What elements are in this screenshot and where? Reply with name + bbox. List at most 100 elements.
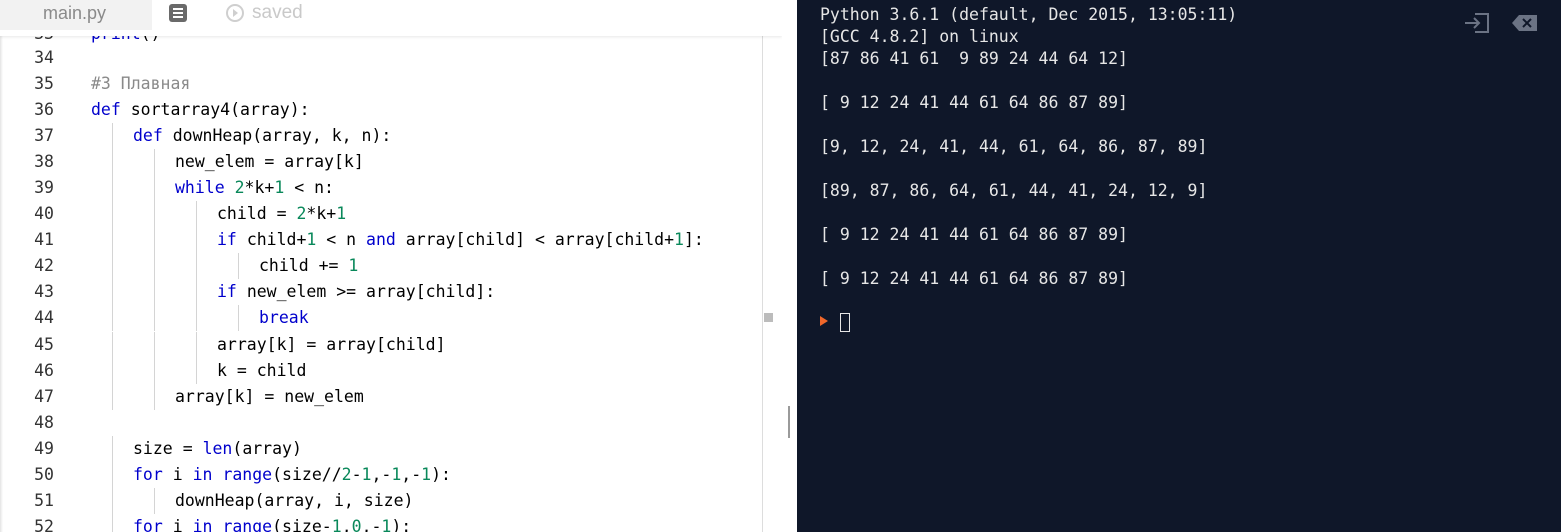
line-number: 47 <box>34 387 54 406</box>
console-output-line: [87 86 41 61 9 89 24 44 64 12] <box>820 49 1128 68</box>
line-code: child = 2*k+1 <box>217 204 347 223</box>
line-number: 35 <box>34 74 54 93</box>
indent-guide <box>196 358 197 384</box>
code-line[interactable]: 45 array[k] = array[child] <box>0 332 760 358</box>
line-code: while 2*k+1 < n: <box>175 178 334 197</box>
code-line[interactable]: 37 def downHeap(array, k, n): <box>0 123 760 149</box>
line-code: def downHeap(array, k, n): <box>133 126 392 145</box>
line-number: 39 <box>34 178 54 197</box>
line-number: 41 <box>34 230 54 249</box>
console-input-cursor[interactable] <box>840 313 850 332</box>
line-number: 44 <box>34 308 54 327</box>
editor-tab-bar: main.py saved <box>0 0 782 36</box>
code-line[interactable]: 47 array[k] = new_elem <box>0 384 760 410</box>
indent-guide <box>112 332 113 358</box>
line-number: 34 <box>34 48 54 67</box>
code-line[interactable]: 48 <box>0 410 760 436</box>
code-line[interactable]: 34 <box>0 45 760 71</box>
file-tab-main-py[interactable]: main.py <box>0 0 152 30</box>
prompt-arrow-icon <box>820 316 828 326</box>
line-number: 36 <box>34 100 54 119</box>
code-line[interactable]: 46 k = child <box>0 358 760 384</box>
editor-scrollbar-thumb[interactable] <box>764 313 773 322</box>
code-area[interactable]: 33print()3435#3 Плавная36def sortarray4(… <box>0 0 782 532</box>
indent-guide <box>154 384 155 410</box>
indent-guide <box>196 253 197 279</box>
line-code: for i in range(size//2-1,-1,-1): <box>133 465 451 484</box>
line-number: 40 <box>34 204 54 223</box>
console-output-line: [ 9 12 24 41 44 61 64 86 87 89] <box>820 269 1128 288</box>
indent-guide <box>196 305 197 331</box>
console-output-line: [89, 87, 86, 64, 61, 44, 41, 24, 12, 9] <box>820 181 1208 200</box>
indent-guide <box>154 253 155 279</box>
line-code: new_elem = array[k] <box>175 152 364 171</box>
line-code: downHeap(array, i, size) <box>175 491 414 510</box>
indent-guide <box>112 279 113 305</box>
line-number: 52 <box>34 517 54 532</box>
line-number: 45 <box>34 335 54 354</box>
save-status-label: saved <box>252 2 303 23</box>
clear-console-icon[interactable] <box>1511 12 1539 34</box>
save-status: saved <box>226 1 303 25</box>
indent-guide <box>112 253 113 279</box>
indent-guide <box>112 149 113 175</box>
indent-guide <box>112 227 113 253</box>
line-number: 42 <box>34 256 54 275</box>
line-number: 37 <box>34 126 54 145</box>
indent-guide <box>196 227 197 253</box>
line-number: 51 <box>34 491 54 510</box>
code-line[interactable]: 39 while 2*k+1 < n: <box>0 175 760 201</box>
line-code: array[k] = new_elem <box>175 387 364 406</box>
run-to-console-icon[interactable] <box>1464 12 1490 34</box>
code-line[interactable]: 42 child += 1 <box>0 253 760 279</box>
code-line[interactable]: 36 def sortarray4(array): <box>0 97 760 123</box>
line-code: #3 Плавная <box>91 74 191 93</box>
line-number: 46 <box>34 361 54 380</box>
console-output-line: [GCC 4.8.2] on linux <box>820 27 1019 46</box>
console-output-line: Python 3.6.1 (default, Dec 2015, 13:05:1… <box>820 5 1238 24</box>
line-number: 49 <box>34 439 54 458</box>
code-line[interactable]: 44 break <box>0 305 760 331</box>
indent-guide <box>112 175 113 201</box>
code-line[interactable]: 35 #3 Плавная <box>0 71 760 97</box>
indent-guide <box>154 175 155 201</box>
indent-guide <box>112 201 113 227</box>
pane-divider[interactable] <box>782 0 797 532</box>
indent-guide <box>154 332 155 358</box>
line-code: array[k] = array[child] <box>217 335 446 354</box>
editor-scrollbar-track[interactable] <box>762 36 763 532</box>
line-code: break <box>259 308 309 327</box>
code-line[interactable]: 52 for i in range(size-1,0,-1): <box>0 514 760 532</box>
indent-guide <box>154 305 155 331</box>
code-line[interactable]: 43 if new_elem >= array[child]: <box>0 279 760 305</box>
indent-guide <box>112 123 113 149</box>
indent-guide <box>238 305 239 331</box>
indent-guide <box>112 436 113 462</box>
line-code: size = len(array) <box>133 439 302 458</box>
line-code: k = child <box>217 361 307 380</box>
indent-guide <box>112 384 113 410</box>
pane-resize-handle[interactable] <box>788 406 790 438</box>
indent-guide <box>154 488 155 514</box>
console-pane[interactable]: Python 3.6.1 (default, Dec 2015, 13:05:1… <box>797 0 1561 532</box>
console-output-line: [ 9 12 24 41 44 61 64 86 87 89] <box>820 93 1128 112</box>
indent-guide <box>154 149 155 175</box>
line-code: child += 1 <box>259 256 359 275</box>
line-code: for i in range(size-1,0,-1): <box>133 517 412 532</box>
line-number: 38 <box>34 152 54 171</box>
indent-guide <box>154 279 155 305</box>
indent-guide <box>112 514 113 532</box>
editor-pane[interactable]: 33print()3435#3 Плавная36def sortarray4(… <box>0 0 782 532</box>
console-output-line: [ 9 12 24 41 44 61 64 86 87 89] <box>820 225 1128 244</box>
code-line[interactable]: 41 if child+1 < n and array[child] < arra… <box>0 227 760 253</box>
code-line[interactable]: 49 size = len(array) <box>0 436 760 462</box>
code-line[interactable]: 50 for i in range(size//2-1,-1,-1): <box>0 462 760 488</box>
indent-guide <box>154 201 155 227</box>
files-icon[interactable] <box>169 4 187 22</box>
code-line[interactable]: 51 downHeap(array, i, size) <box>0 488 760 514</box>
indent-guide <box>112 462 113 488</box>
file-tab-label: main.py <box>43 3 107 23</box>
line-number: 43 <box>34 282 54 301</box>
code-line[interactable]: 40 child = 2*k+1 <box>0 201 760 227</box>
code-line[interactable]: 38 new_elem = array[k] <box>0 149 760 175</box>
